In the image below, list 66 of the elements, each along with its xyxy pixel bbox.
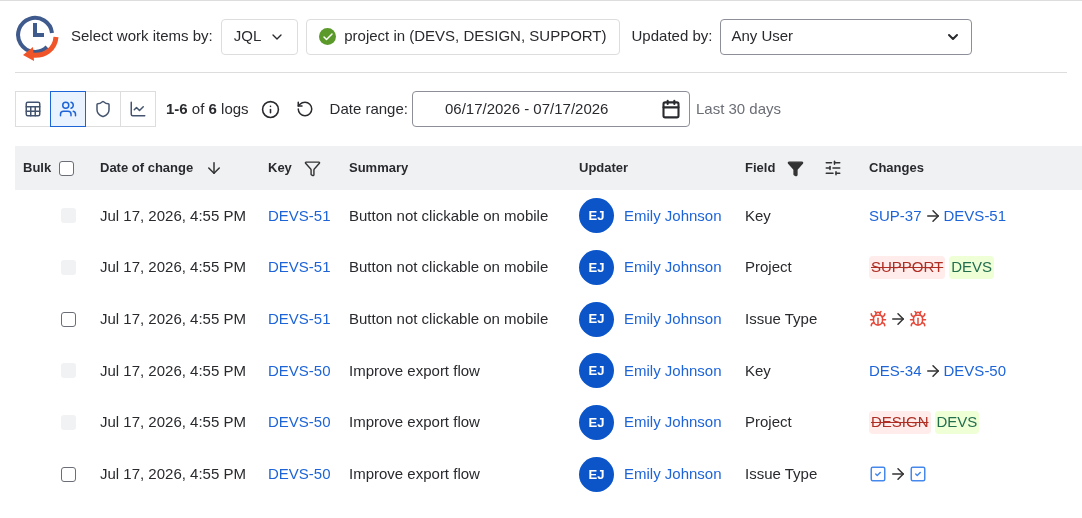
field-cell: Issue Type: [745, 309, 818, 327]
filter-icon[interactable]: [787, 159, 805, 177]
column-header: Bulk: [23, 159, 52, 178]
select-label: Select work items by:: [71, 26, 213, 47]
date-cell: Jul 17, 2026, 4:55 PM: [100, 309, 246, 327]
user-avatar: EJ: [579, 353, 614, 389]
chart-icon: [129, 100, 147, 118]
user-avatar: EJ: [579, 301, 614, 337]
date-cell: Jul 17, 2026, 4:55 PM: [100, 413, 246, 431]
users-icon: [59, 100, 77, 118]
column-header: Updater: [579, 159, 629, 178]
summary-cell: Button not clickable on mobile: [349, 258, 549, 276]
updater-link[interactable]: Emily Johnson: [624, 307, 722, 331]
column-header: Field: [745, 159, 776, 178]
summary-cell: Improve export flow: [349, 361, 480, 379]
bug-icon: [909, 310, 927, 329]
field-cell: Key: [745, 206, 771, 224]
mode-dropdown[interactable]: JQL: [220, 18, 299, 55]
column-header: Changes: [869, 159, 924, 178]
date-cell: Jul 17, 2026, 4:55 PM: [100, 258, 246, 276]
table-icon: [24, 100, 42, 118]
info-icon[interactable]: [260, 99, 280, 119]
date-range-hint: Last 30 days: [695, 98, 782, 119]
checkbox-icon: [909, 465, 927, 484]
removed-value: DESIGN: [869, 411, 931, 434]
date-cell: Jul 17, 2026, 4:55 PM: [100, 465, 246, 483]
field-cell: Issue Type: [745, 465, 818, 483]
log-count: 1-6 of 6 logs: [166, 98, 249, 119]
added-value: DEVS: [934, 411, 980, 434]
summary-cell: Button not clickable on mobile: [349, 309, 549, 327]
date-range-label: Date range:: [329, 98, 408, 119]
date-cell: Jul 17, 2026, 4:55 PM: [100, 361, 246, 379]
user-select[interactable]: Any User: [720, 18, 973, 55]
bug-icon: [869, 310, 887, 329]
column-settings-icon[interactable]: [824, 159, 843, 177]
date-range-field[interactable]: 06/17/2026 - 07/17/2026: [411, 91, 690, 127]
reset-icon[interactable]: [295, 100, 314, 118]
column-header: Summary: [349, 159, 409, 178]
field-cell: Project: [745, 413, 792, 431]
calendar-icon: [660, 99, 681, 119]
checkbox[interactable]: [59, 160, 75, 176]
field-cell: Key: [745, 361, 771, 379]
view-button[interactable]: [50, 91, 86, 127]
checkbox-icon: [869, 465, 887, 484]
added-value: DEVS: [949, 256, 995, 279]
updated-by-label: Updated by:: [631, 26, 713, 47]
user-avatar: EJ: [579, 250, 614, 286]
filter-icon[interactable]: [303, 159, 321, 177]
shield-icon: [94, 100, 112, 118]
issue-key-link[interactable]: DEVS-51: [268, 309, 331, 327]
user-avatar: EJ: [579, 405, 614, 441]
user-avatar: EJ: [579, 198, 614, 234]
summary-cell: Button not clickable on mobile: [349, 206, 549, 224]
summary-cell: Improve export flow: [349, 465, 480, 483]
column-header: Key: [268, 159, 292, 178]
summary-cell: Improve export flow: [349, 413, 480, 431]
updater-link[interactable]: Emily Johnson: [624, 463, 722, 486]
user-avatar: EJ: [579, 456, 614, 492]
checkbox[interactable]: [61, 311, 76, 327]
removed-value: SUPPORT: [869, 256, 946, 279]
date-cell: Jul 17, 2026, 4:55 PM: [100, 206, 246, 224]
field-cell: Project: [745, 258, 792, 276]
checkbox[interactable]: [61, 466, 76, 482]
query-chip[interactable]: project in (DEVS, DESIGN, SUPPORT): [306, 18, 620, 55]
column-header: Date of change: [100, 159, 194, 178]
issue-key-link[interactable]: DEVS-50: [268, 465, 331, 483]
